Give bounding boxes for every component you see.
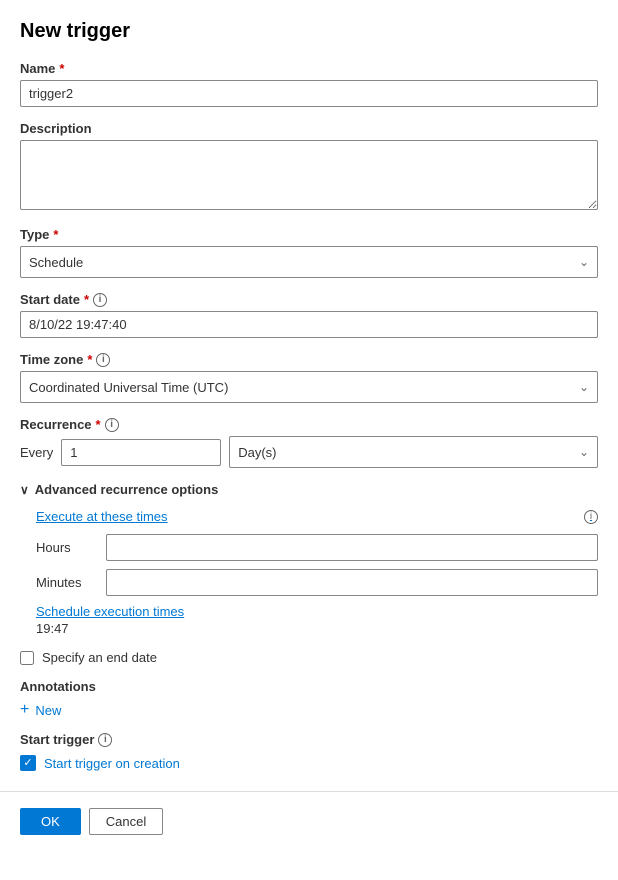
type-select[interactable]: Schedule ⌄	[20, 246, 598, 278]
minutes-row: Minutes	[36, 569, 598, 596]
hours-label: Hours	[36, 540, 96, 555]
start-trigger-check-label[interactable]: Start trigger on creation	[44, 756, 180, 771]
type-label: Type *	[20, 227, 598, 242]
annotations-label: Annotations	[20, 679, 598, 694]
recurrence-field-group: Recurrence * i Every Day(s) ⌄	[20, 417, 598, 468]
schedule-link[interactable]: Schedule execution times	[36, 604, 598, 619]
start-date-label: Start date * i	[20, 292, 598, 307]
start-date-info-icon[interactable]: i	[93, 293, 107, 307]
execute-times-row: Execute at these times i	[36, 509, 598, 524]
recurrence-unit-chevron-icon: ⌄	[579, 445, 589, 459]
advanced-section: ∨ Advanced recurrence options Execute at…	[20, 482, 598, 636]
start-trigger-info-icon[interactable]: i	[98, 733, 112, 747]
timezone-select[interactable]: Coordinated Universal Time (UTC) ⌄	[20, 371, 598, 403]
timezone-chevron-icon: ⌄	[579, 380, 589, 394]
footer-bar: OK Cancel	[0, 791, 618, 851]
advanced-chevron-icon: ∨	[20, 483, 29, 497]
annotations-section: Annotations + New	[20, 679, 598, 718]
plus-icon: +	[20, 702, 29, 718]
recurrence-label: Recurrence * i	[20, 417, 598, 432]
execute-info-icon[interactable]: i	[584, 510, 598, 524]
timezone-required: *	[87, 352, 92, 367]
description-input[interactable]	[20, 140, 598, 210]
recurrence-info-icon[interactable]: i	[105, 418, 119, 432]
specify-end-label[interactable]: Specify an end date	[42, 650, 157, 665]
recurrence-unit-select[interactable]: Day(s) ⌄	[229, 436, 598, 468]
timezone-field-group: Time zone * i Coordinated Universal Time…	[20, 352, 598, 403]
hours-row: Hours	[36, 534, 598, 561]
description-label: Description	[20, 121, 598, 136]
start-date-input[interactable]	[20, 311, 598, 338]
page-title: New trigger	[20, 20, 598, 43]
name-field-group: Name *	[20, 61, 598, 107]
start-date-required: *	[84, 292, 89, 307]
checkmark-icon: ✓	[23, 758, 32, 769]
recurrence-required: *	[96, 417, 101, 432]
name-required: *	[59, 61, 64, 76]
specify-end-checkbox[interactable]	[20, 651, 34, 665]
timezone-label: Time zone * i	[20, 352, 598, 367]
advanced-toggle[interactable]: ∨ Advanced recurrence options	[20, 482, 598, 497]
start-trigger-check-row: ✓ Start trigger on creation	[20, 755, 598, 771]
start-trigger-label: Start trigger i	[20, 732, 598, 747]
start-date-field-group: Start date * i	[20, 292, 598, 338]
every-label: Every	[20, 445, 53, 460]
minutes-label: Minutes	[36, 575, 96, 590]
type-field-group: Type * Schedule ⌄	[20, 227, 598, 278]
execute-section: Execute at these times i Hours Minutes S…	[20, 509, 598, 636]
recurrence-every-input[interactable]	[61, 439, 221, 466]
type-required: *	[53, 227, 58, 242]
recurrence-row: Every Day(s) ⌄	[20, 436, 598, 468]
name-input[interactable]	[20, 80, 598, 107]
cancel-button[interactable]: Cancel	[89, 808, 163, 835]
hours-input[interactable]	[106, 534, 598, 561]
annotations-new-button[interactable]: + New	[20, 702, 61, 718]
name-label: Name *	[20, 61, 598, 76]
start-trigger-checkbox[interactable]: ✓	[20, 755, 36, 771]
description-field-group: Description	[20, 121, 598, 213]
schedule-time: 19:47	[36, 621, 598, 636]
execute-link[interactable]: Execute at these times	[36, 509, 168, 524]
start-trigger-section: Start trigger i ✓ Start trigger on creat…	[20, 732, 598, 771]
specify-end-row: Specify an end date	[20, 650, 598, 665]
type-chevron-icon: ⌄	[579, 255, 589, 269]
minutes-input[interactable]	[106, 569, 598, 596]
timezone-info-icon[interactable]: i	[96, 353, 110, 367]
ok-button[interactable]: OK	[20, 808, 81, 835]
